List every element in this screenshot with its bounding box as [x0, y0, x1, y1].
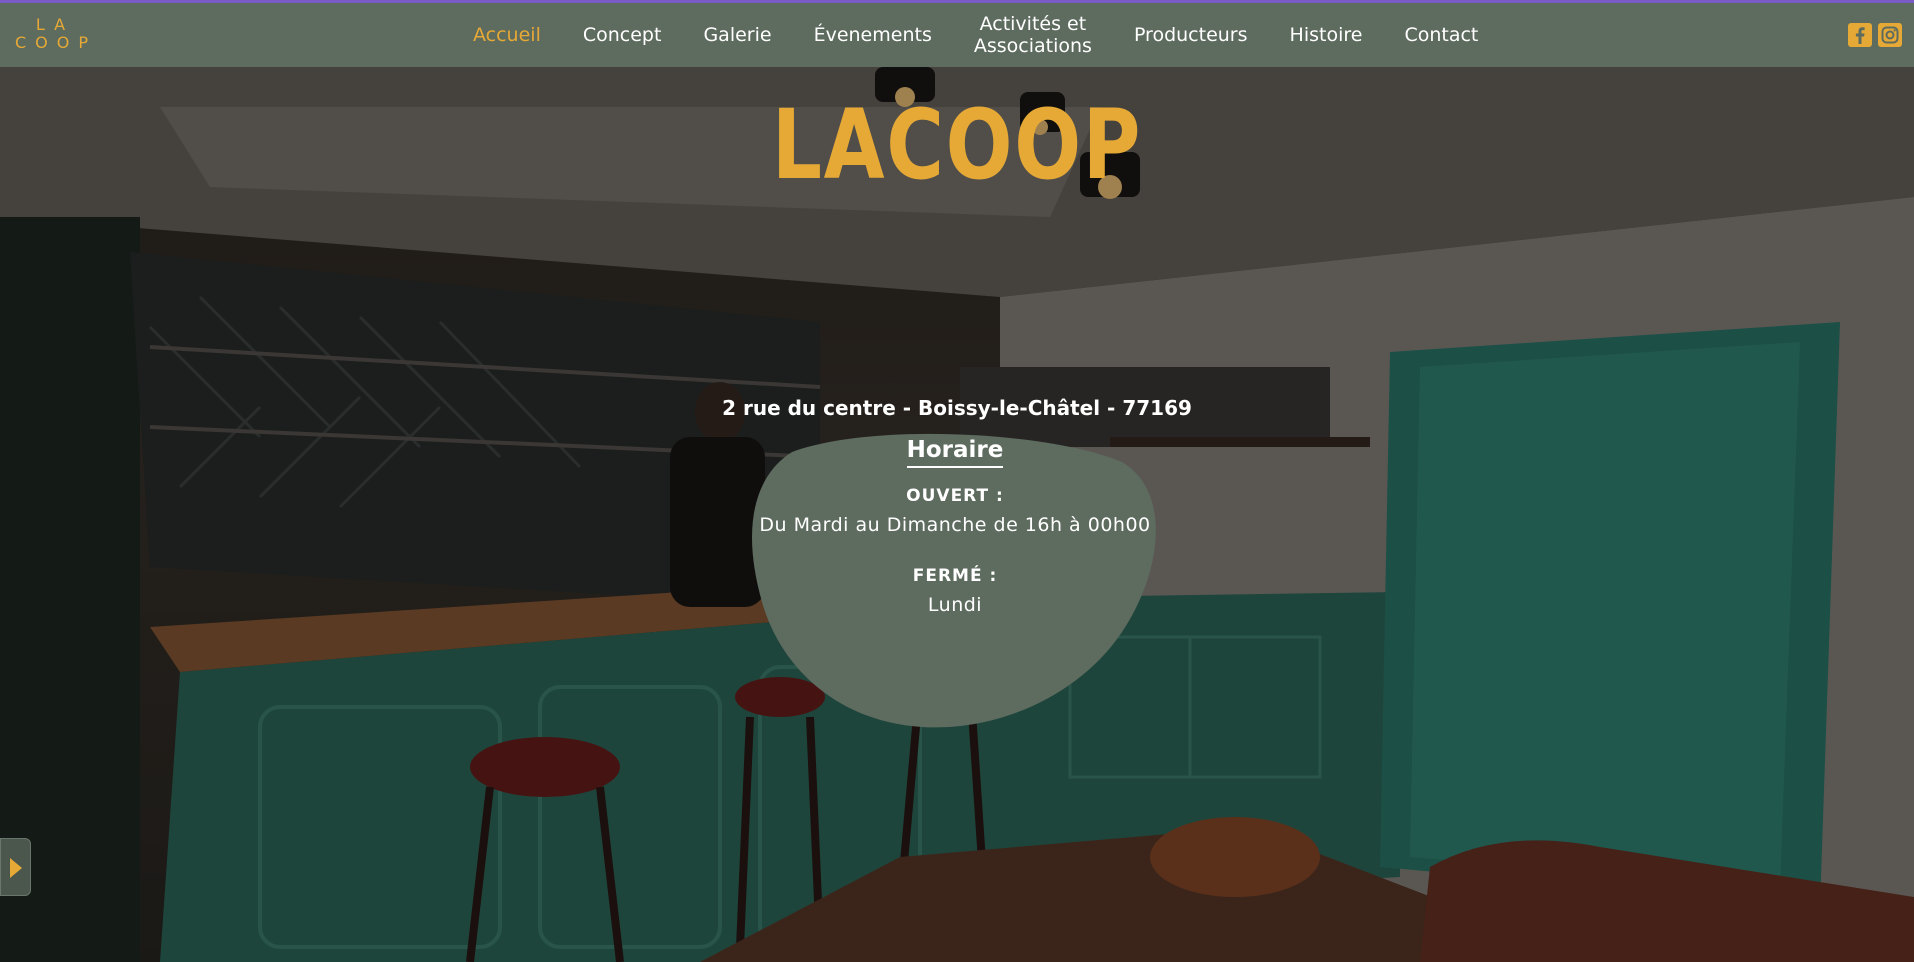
nav-item-accueil[interactable]: Accueil: [452, 24, 562, 46]
logo-line-1: LA: [35, 15, 75, 34]
side-panel-toggle[interactable]: [0, 838, 31, 896]
nav-item-activites-line-1: Activités et: [979, 13, 1087, 35]
instagram-icon[interactable]: [1878, 23, 1902, 47]
social-links: [1848, 23, 1902, 47]
nav-item-evenements[interactable]: Évenements: [793, 24, 953, 46]
nav-item-galerie[interactable]: Galerie: [682, 24, 792, 46]
open-label: OUVERT :: [906, 486, 1004, 506]
nav-item-activites-associations[interactable]: Activités et Associations: [953, 13, 1113, 57]
hours-heading: Horaire: [906, 437, 1004, 468]
hero-section: LACOOP 2 rue du centre - Boissy-le-Châte…: [0, 67, 1914, 962]
closed-label: FERMÉ :: [912, 566, 998, 586]
navbar: LA COOP Accueil Concept Galerie Évenemen…: [0, 3, 1914, 67]
nav-item-producteurs[interactable]: Producteurs: [1113, 24, 1269, 46]
play-arrow-icon: [10, 858, 22, 878]
main-nav: Accueil Concept Galerie Évenements Activ…: [452, 3, 1499, 67]
logo-line-2: COOP: [15, 33, 98, 52]
facebook-icon[interactable]: [1848, 23, 1872, 47]
nav-item-histoire[interactable]: Histoire: [1269, 24, 1384, 46]
nav-item-concept[interactable]: Concept: [562, 24, 683, 46]
site-logo[interactable]: LA COOP: [15, 16, 95, 56]
nav-item-activites-line-2: Associations: [973, 35, 1092, 57]
closed-value: Lundi: [927, 594, 983, 616]
opening-hours: Horaire OUVERT : Du Mardi au Dimanche de…: [755, 437, 1155, 616]
address-text: 2 rue du centre - Boissy-le-Châtel - 771…: [722, 396, 1192, 420]
nav-item-contact[interactable]: Contact: [1383, 24, 1499, 46]
brand-title: LACOOP: [771, 89, 1143, 201]
open-value: Du Mardi au Dimanche de 16h à 00h00: [759, 514, 1151, 536]
